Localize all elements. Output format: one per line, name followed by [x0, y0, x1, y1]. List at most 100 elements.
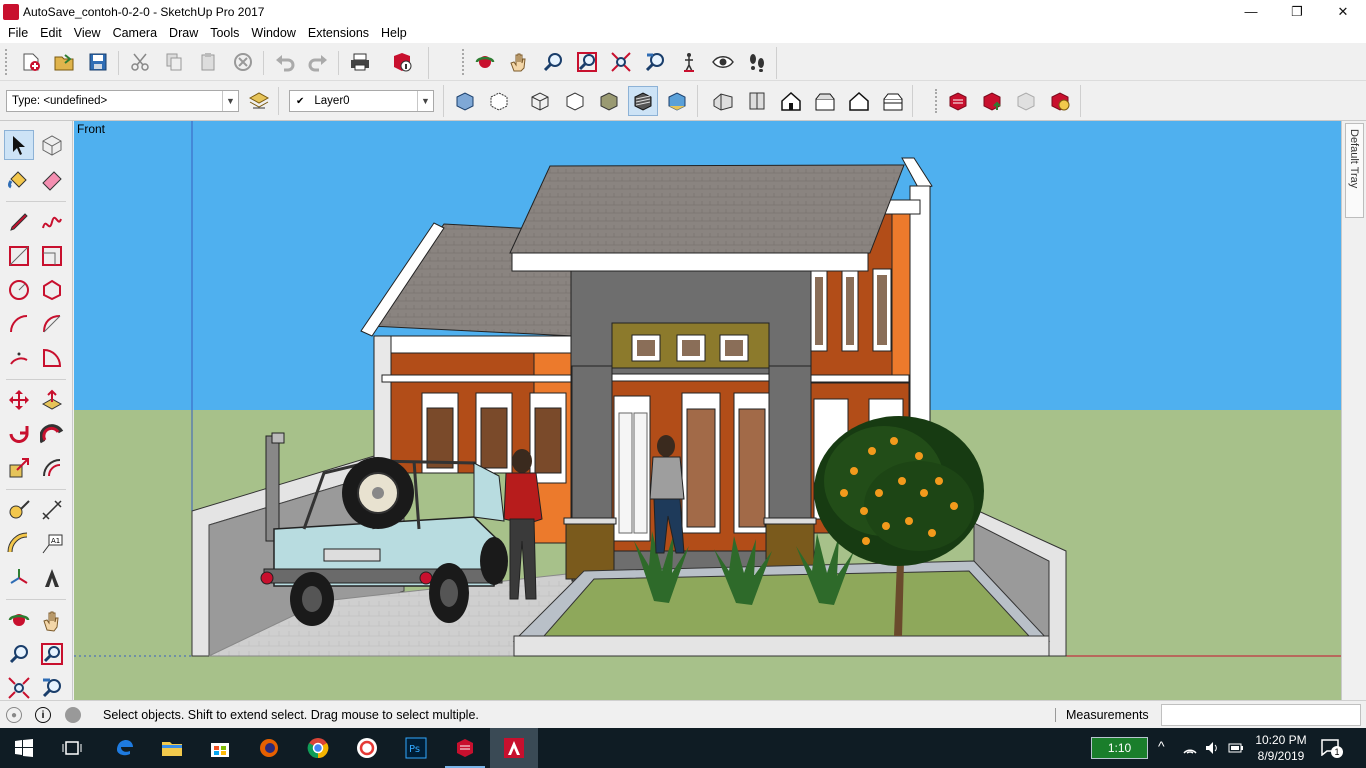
- geo-location-icon[interactable]: ●: [6, 707, 22, 723]
- maximize-button[interactable]: ❐: [1274, 0, 1320, 23]
- move-tool[interactable]: [4, 385, 34, 415]
- default-tray-tab[interactable]: Default Tray: [1345, 123, 1364, 218]
- two-point-arc-tool[interactable]: [37, 309, 67, 339]
- pie-tool[interactable]: [37, 343, 67, 373]
- measurements-input[interactable]: [1161, 704, 1361, 726]
- pan-tool[interactable]: [37, 605, 67, 635]
- freehand-tool[interactable]: [37, 207, 67, 237]
- menu-help[interactable]: Help: [375, 26, 413, 40]
- previous-view-button[interactable]: [640, 47, 670, 77]
- action-center-button[interactable]: 1: [1320, 738, 1343, 758]
- right-view-button[interactable]: [810, 86, 840, 116]
- push-pull-tool[interactable]: [37, 385, 67, 415]
- walk-button[interactable]: [742, 47, 772, 77]
- shaded-textures-button[interactable]: [628, 86, 658, 116]
- rotated-rectangle-tool[interactable]: [37, 241, 67, 271]
- taskbar-chrome[interactable]: [294, 728, 342, 768]
- paste-button[interactable]: [193, 47, 223, 77]
- taskbar-app-a[interactable]: [343, 728, 391, 768]
- model-scene[interactable]: [74, 121, 1341, 700]
- rotate-tool[interactable]: [4, 419, 34, 449]
- scene-tab-label[interactable]: Front: [77, 122, 105, 136]
- layer-dropdown[interactable]: ✔ Layer0 ▼: [289, 90, 434, 112]
- zoom-extents-button[interactable]: [606, 47, 636, 77]
- undo-button[interactable]: [270, 47, 300, 77]
- entity-type-dropdown[interactable]: Type: <undefined> ▼: [6, 90, 239, 112]
- show-hidden-icons-chevron[interactable]: ^: [1158, 738, 1165, 754]
- info-icon[interactable]: i: [35, 707, 51, 723]
- taskbar-photoshop[interactable]: Ps: [392, 728, 440, 768]
- pan-button[interactable]: [504, 47, 534, 77]
- print-button[interactable]: [345, 47, 375, 77]
- scale-tool[interactable]: [4, 453, 34, 483]
- taskbar-edge[interactable]: [100, 728, 148, 768]
- menu-edit[interactable]: Edit: [34, 26, 68, 40]
- menu-window[interactable]: Window: [245, 26, 301, 40]
- extension-warehouse-button[interactable]: [1045, 86, 1075, 116]
- top-view-button[interactable]: [742, 86, 772, 116]
- layer-manager-button[interactable]: [244, 86, 274, 116]
- menu-view[interactable]: View: [68, 26, 107, 40]
- protractor-tool[interactable]: [4, 529, 34, 559]
- position-camera-button[interactable]: [674, 47, 704, 77]
- redo-button[interactable]: [303, 47, 333, 77]
- offset-tool[interactable]: [37, 453, 67, 483]
- zoom-tool[interactable]: [4, 639, 34, 669]
- follow-me-tool[interactable]: [37, 419, 67, 449]
- save-button[interactable]: [83, 47, 113, 77]
- three-point-arc-tool[interactable]: [4, 343, 34, 373]
- iso-view-button[interactable]: [708, 86, 738, 116]
- taskbar-firefox[interactable]: [245, 728, 293, 768]
- hidden-line-button[interactable]: [560, 86, 590, 116]
- axes-tool[interactable]: [4, 563, 34, 593]
- polygon-tool[interactable]: [37, 275, 67, 305]
- select-tool[interactable]: [4, 130, 34, 160]
- task-view-button[interactable]: [48, 728, 96, 768]
- monochrome-button[interactable]: [662, 86, 692, 116]
- copy-button[interactable]: [159, 47, 189, 77]
- close-button[interactable]: ✕: [1320, 0, 1366, 23]
- arc-tool[interactable]: [4, 309, 34, 339]
- start-button[interactable]: [0, 728, 48, 768]
- dimension-tool[interactable]: [37, 495, 67, 525]
- back-edges-button[interactable]: [484, 86, 514, 116]
- taskbar-sketchup[interactable]: [441, 728, 489, 768]
- erase-button[interactable]: [228, 47, 258, 77]
- model-info-button[interactable]: [387, 47, 417, 77]
- previous-view-tool[interactable]: [37, 673, 67, 703]
- taskbar-file-explorer[interactable]: [148, 728, 196, 768]
- menu-extensions[interactable]: Extensions: [302, 26, 375, 40]
- volume-icon[interactable]: [1204, 740, 1220, 756]
- menu-file[interactable]: File: [2, 26, 34, 40]
- system-clock[interactable]: 10:20 PM 8/9/2019: [1248, 732, 1314, 764]
- zoom-extents-tool[interactable]: [4, 673, 34, 703]
- eraser-tool[interactable]: [37, 164, 67, 194]
- cut-button[interactable]: [125, 47, 155, 77]
- line-tool[interactable]: [4, 207, 34, 237]
- front-view-button[interactable]: [776, 86, 806, 116]
- orbit-tool[interactable]: [4, 605, 34, 635]
- make-component-tool[interactable]: [37, 130, 67, 160]
- battery-status-icon[interactable]: [1228, 741, 1244, 755]
- share-component-button[interactable]: [1011, 86, 1041, 116]
- open-file-button[interactable]: [49, 47, 79, 77]
- taskbar-autocad[interactable]: [490, 728, 538, 768]
- new-file-button[interactable]: [16, 47, 46, 77]
- xray-style-button[interactable]: [450, 86, 480, 116]
- menu-tools[interactable]: Tools: [204, 26, 245, 40]
- circle-tool[interactable]: [4, 275, 34, 305]
- share-model-button[interactable]: [977, 86, 1007, 116]
- minimize-button[interactable]: —: [1228, 0, 1274, 23]
- zoom-window-tool[interactable]: [37, 639, 67, 669]
- tape-measure-tool[interactable]: [4, 495, 34, 525]
- 3d-warehouse-button[interactable]: [943, 86, 973, 116]
- wifi-icon[interactable]: [1182, 740, 1198, 756]
- orbit-button[interactable]: [470, 47, 500, 77]
- wireframe-button[interactable]: [525, 86, 555, 116]
- zoom-window-button[interactable]: [572, 47, 602, 77]
- user-account-icon[interactable]: [65, 707, 81, 723]
- zoom-button[interactable]: [538, 47, 568, 77]
- left-view-button[interactable]: [878, 86, 908, 116]
- back-view-button[interactable]: [844, 86, 874, 116]
- shaded-button[interactable]: [594, 86, 624, 116]
